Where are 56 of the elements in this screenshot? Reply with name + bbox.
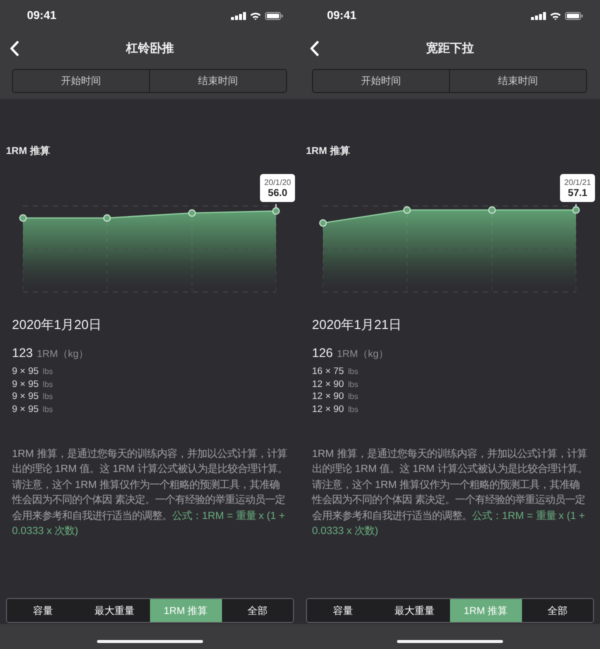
time-filter-button[interactable]: 结束时间	[449, 70, 586, 92]
set-value: 16 × 75	[312, 366, 344, 377]
set-value: 9 × 95	[12, 378, 39, 390]
tooltip-date: 20/1/21	[564, 177, 591, 188]
wifi-icon	[550, 12, 561, 20]
screen-title: 杠铃卧推	[126, 40, 174, 56]
status-time: 09:41	[327, 10, 356, 22]
time-filter-button[interactable]: 开始时间	[13, 70, 149, 92]
set-unit: lbs	[42, 405, 53, 414]
description-text: 1RM 推算，是通过您每天的训练内容，并加以公式计算，计算出的理论 1RM 值。这 1RM 计算公式被认为是比较合理计算。请注意，这个 1RM 推算仅作为一个粗略的预测工具，其准确性会因为不同的个体因 素决定。一个有经验的举重运动员一定会用来参考和自我进行适当的调整。公式：1RM = 重量 x (1 + 0.0333 x 次数)	[12, 447, 288, 540]
back-button[interactable]	[309, 40, 320, 56]
set-value: 12 × 90	[312, 404, 344, 416]
set-unit: lbs	[42, 392, 53, 402]
set-unit: lbs	[348, 405, 358, 414]
set-unit: lbs	[348, 392, 358, 402]
chart-title: 1RM 推算	[306, 146, 350, 158]
data-point	[103, 214, 111, 222]
set-value: 9 × 95	[12, 366, 39, 377]
time-filter-button[interactable]: 结束时间	[149, 70, 286, 92]
status-time: 09:41	[27, 10, 56, 22]
battery-icon	[565, 12, 583, 20]
record-date: 2020年1月20日	[12, 317, 102, 333]
set-unit: lbs	[42, 380, 53, 389]
screen-title: 宽距下拉	[426, 40, 474, 56]
data-point	[19, 214, 27, 222]
tooltip-date: 20/1/20	[264, 177, 291, 188]
wifi-icon	[250, 12, 261, 20]
data-point	[272, 207, 280, 215]
set-unit: lbs	[348, 367, 358, 376]
set-value: 9 × 95	[12, 404, 39, 416]
set-unit: lbs	[42, 367, 53, 376]
tooltip-value: 57.1	[568, 188, 588, 199]
data-point	[572, 206, 580, 214]
tooltip-value: 56.0	[268, 188, 288, 199]
data-point	[488, 206, 496, 214]
set-value: 12 × 90	[312, 378, 344, 390]
back-button[interactable]	[9, 40, 20, 56]
data-point	[188, 209, 196, 217]
set-value: 12 × 90	[312, 391, 344, 402]
total-unit: 1RM（kg）	[336, 348, 389, 361]
total-value: 123	[12, 346, 33, 360]
description-text: 1RM 推算，是通过您每天的训练内容，并加以公式计算，计算出的理论 1RM 值。这 1RM 计算公式被认为是比较合理计算。请注意，这个 1RM 推算仅作为一个粗略的预测工具，其准确性会因为不同的个体因 素决定。一个有经验的举重运动员一定会用来参考和自我进行适当的调整。公式：1RM = 重量 x (1 + 0.0333 x 次数)	[312, 447, 588, 540]
time-filter-button[interactable]: 开始时间	[313, 70, 449, 92]
total-value: 126	[312, 346, 333, 360]
record-date: 2020年1月21日	[312, 317, 402, 333]
signal-icon	[531, 12, 546, 20]
set-value: 9 × 95	[12, 391, 39, 402]
signal-icon	[231, 12, 246, 20]
data-point	[403, 206, 411, 214]
back-chevron-icon	[10, 40, 19, 56]
data-point	[319, 219, 327, 227]
set-unit: lbs	[348, 380, 358, 389]
battery-icon	[265, 12, 283, 20]
total-unit: 1RM（kg）	[36, 348, 89, 361]
back-chevron-icon	[310, 40, 319, 56]
chart-title: 1RM 推算	[6, 146, 50, 158]
